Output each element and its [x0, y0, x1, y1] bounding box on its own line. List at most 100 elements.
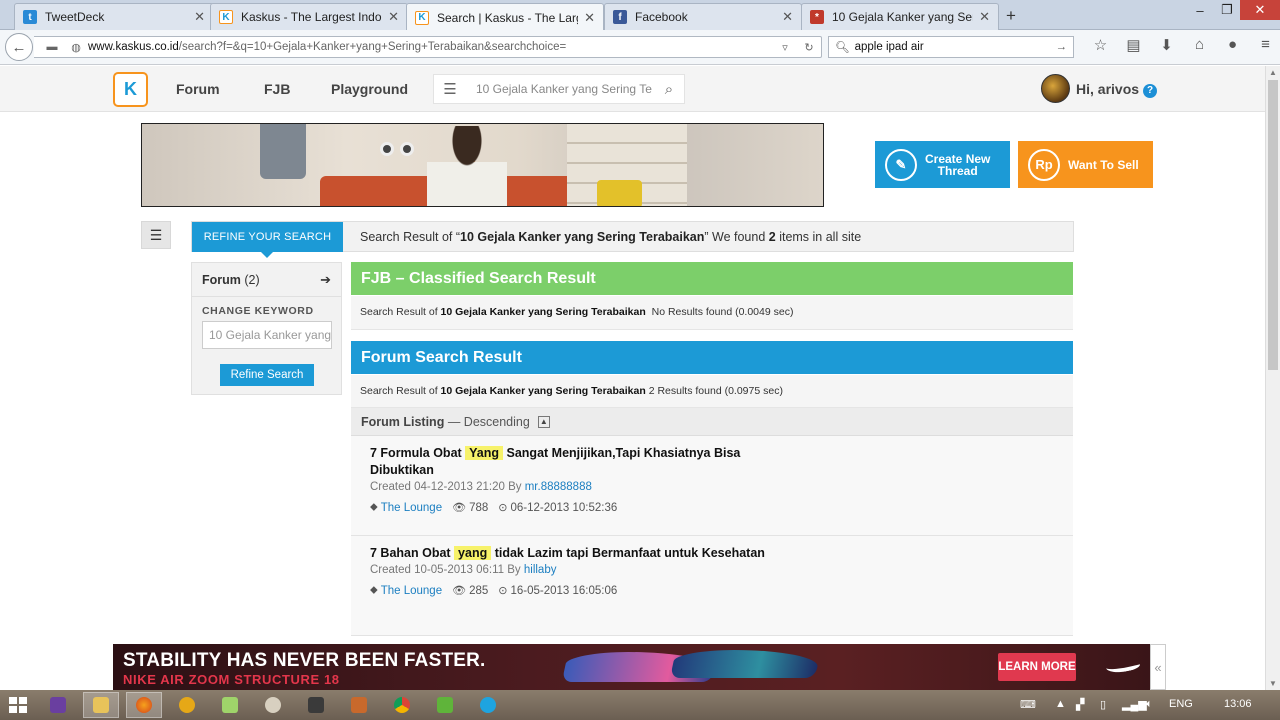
thread-title-link[interactable]: 7 Formula Obat Yang Sangat Menjijikan,Ta… — [370, 445, 790, 479]
page-scrollbar[interactable]: ▲ ▼ — [1265, 66, 1280, 690]
clock-time[interactable]: 13:06 — [1224, 698, 1252, 710]
battery-icon[interactable]: ▯ — [1100, 698, 1106, 711]
author-link[interactable]: mr.88888888 — [525, 481, 592, 493]
utorrent-icon[interactable] — [427, 692, 463, 718]
nike-ad-banner[interactable]: STABILITY HAS NEVER BEEN FASTER. NIKE AI… — [113, 644, 1150, 690]
browser-search-box[interactable]: 🔍︎ apple ipad air → — [828, 36, 1074, 58]
keyboard-icon[interactable]: ⌨ — [1020, 698, 1036, 711]
ad-collapse-icon[interactable]: « — [1150, 644, 1166, 690]
windows-start-icon[interactable] — [5, 694, 31, 716]
pencil-icon: ✎ — [885, 148, 917, 181]
chrome-icon[interactable] — [384, 692, 420, 718]
minimize-icon[interactable]: ‒ — [1186, 0, 1214, 20]
user-greeting[interactable]: Hi, arivos? — [1076, 81, 1158, 98]
sort-toggle-icon[interactable]: ▲ — [537, 415, 550, 428]
search-summary: Search Result of “10 Gejala Kanker yang … — [360, 230, 862, 244]
close-icon[interactable]: ✕ — [194, 9, 205, 25]
kaskus-mascot-icon: * — [810, 10, 824, 24]
keyword-highlight: yang — [454, 546, 492, 560]
create-thread-label: Create New Thread — [925, 151, 991, 178]
site-search-input[interactable]: 10 Gejala Kanker yang Sering Te — [466, 82, 654, 96]
category-link[interactable]: The Lounge — [381, 585, 442, 597]
forum-filter-label: Forum — [202, 272, 241, 287]
nav-playground[interactable]: Playground — [331, 81, 408, 97]
sidebar-toggle-icon[interactable]: ☰ — [141, 221, 171, 249]
taskbar-app-icon[interactable] — [341, 692, 377, 718]
fjb-result-header: FJB – Classified Search Result — [351, 262, 1073, 295]
rupiah-icon: Rp — [1028, 148, 1060, 181]
star-icon[interactable]: ☆ — [1084, 36, 1117, 54]
refine-your-search-tab[interactable]: REFINE YOUR SEARCH — [192, 222, 343, 258]
bookmark-dropdown-icon[interactable]: ▿ — [773, 41, 797, 54]
category-link[interactable]: The Lounge — [381, 502, 442, 514]
close-icon[interactable]: ✕ — [584, 10, 595, 26]
learn-more-button[interactable]: LEARN MORE — [998, 653, 1076, 681]
thread-title-link[interactable]: 7 Bahan Obat yang tidak Lazim tapi Berma… — [370, 545, 790, 562]
notepad-icon[interactable] — [212, 692, 248, 718]
scroll-up-icon[interactable]: ▲ — [1269, 68, 1277, 77]
tab-kaskus-home[interactable]: K Kaskus - The Largest Indon... ✕ — [210, 3, 408, 30]
page-menu-icon[interactable]: ▬ — [40, 41, 64, 53]
keyword-input[interactable]: 10 Gejala Kanker yang — [202, 321, 332, 349]
home-icon[interactable]: ⌂ — [1183, 36, 1216, 54]
tab-tweetdeck[interactable]: t TweetDeck ✕ — [14, 3, 214, 30]
tag-icon: ⬥ — [370, 584, 378, 596]
network-icon[interactable]: ▞ — [1076, 698, 1084, 711]
promo-banner[interactable] — [141, 123, 824, 207]
fireworks-icon[interactable] — [298, 692, 334, 718]
clock-icon: ⊙ — [498, 585, 508, 597]
create-new-thread-button[interactable]: ✎ Create New Thread — [875, 141, 1010, 188]
site-header: K Forum FJB Playground ☰ 10 Gejala Kanke… — [0, 66, 1265, 112]
search-icon[interactable]: ⌕ — [654, 81, 684, 98]
forum-listing-bar: Forum Listing — Descending ▲ — [351, 408, 1073, 436]
help-icon[interactable]: ? — [1143, 84, 1158, 98]
firefox-icon[interactable] — [126, 692, 162, 718]
reload-icon[interactable]: ↻ — [797, 41, 821, 54]
search-menu-icon[interactable]: ☰ — [434, 80, 466, 98]
list-item: 7 Bahan Obat yang tidak Lazim tapi Berma… — [351, 536, 1073, 636]
want-to-sell-button[interactable]: Rp Want To Sell — [1018, 141, 1153, 188]
browser-tab-strip: t TweetDeck ✕ K Kaskus - The Largest Ind… — [0, 0, 1280, 31]
scrollbar-thumb[interactable] — [1268, 80, 1278, 370]
sidebar-item-forum[interactable]: Forum (2) ➔ — [192, 263, 341, 297]
back-arrow-icon[interactable]: ← — [5, 33, 33, 61]
banner-chair-graphic — [597, 180, 642, 206]
reading-list-icon[interactable]: ▤ — [1117, 36, 1150, 54]
tray-expand-icon[interactable]: ▲ — [1055, 698, 1066, 710]
refine-sidebar: Forum (2) ➔ CHANGE KEYWORD 10 Gejala Kan… — [191, 262, 342, 395]
close-icon[interactable]: ✕ — [782, 9, 793, 25]
avatar[interactable] — [1041, 74, 1070, 103]
download-icon[interactable]: ⬇ — [1150, 36, 1183, 54]
chat-icon[interactable]: ● — [1216, 36, 1249, 54]
hamburger-menu-icon[interactable]: ≡ — [1249, 36, 1280, 54]
window-close-icon[interactable]: ✕ — [1240, 0, 1280, 20]
taskbar-app-icon[interactable] — [255, 692, 291, 718]
tab-kaskus-search[interactable]: K Search | Kaskus - The Large... ✕ — [406, 3, 604, 31]
nav-forum[interactable]: Forum — [176, 81, 220, 97]
nav-fjb[interactable]: FJB — [264, 81, 290, 97]
banner-coat-graphic — [260, 124, 306, 179]
search-icon: 🔍︎ — [835, 42, 850, 54]
tab-gejala-kanker[interactable]: * 10 Gejala Kanker yang Seri... ✕ — [801, 3, 999, 30]
taskbar-app-icon[interactable] — [169, 692, 205, 718]
skype-icon[interactable] — [470, 692, 506, 718]
kaskus-logo[interactable]: K — [113, 72, 148, 107]
taskbar-app-icon[interactable] — [40, 692, 76, 718]
language-indicator[interactable]: ENG — [1169, 698, 1193, 710]
signal-icon[interactable]: ▂▄▆ — [1122, 698, 1147, 711]
author-link[interactable]: hillaby — [524, 564, 557, 576]
scroll-down-icon[interactable]: ▼ — [1269, 679, 1277, 688]
tab-facebook[interactable]: f Facebook ✕ — [604, 3, 802, 30]
twitter-icon: t — [23, 10, 37, 24]
close-icon[interactable]: ✕ — [388, 9, 399, 25]
refine-search-button[interactable]: Refine Search — [220, 364, 314, 386]
volume-icon[interactable]: 🔈︎ — [1146, 698, 1153, 711]
address-bar[interactable]: ▬ ◍ www.kaskus.co.id/search?f=&q=10+Geja… — [34, 36, 822, 58]
change-keyword-label: CHANGE KEYWORD — [202, 305, 314, 317]
maximize-icon[interactable]: ❐ — [1214, 0, 1240, 20]
url-text[interactable]: www.kaskus.co.id/search?f=&q=10+Gejala+K… — [88, 41, 773, 53]
close-icon[interactable]: ✕ — [979, 9, 990, 25]
file-explorer-icon[interactable] — [83, 692, 119, 718]
new-tab-button[interactable]: + — [1006, 6, 1016, 26]
search-go-icon[interactable]: → — [1056, 41, 1068, 53]
